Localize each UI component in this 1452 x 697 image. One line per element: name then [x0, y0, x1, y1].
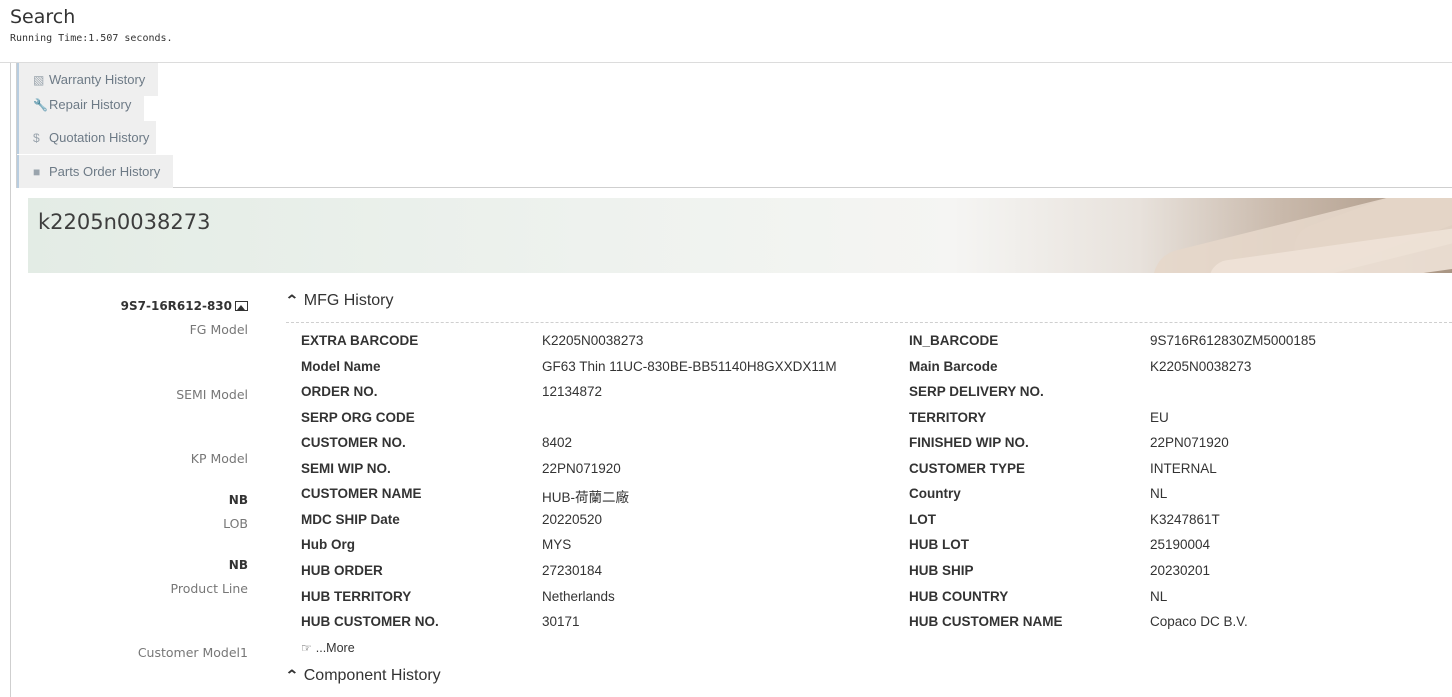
field-label: HUB CUSTOMER NAME — [909, 614, 1063, 629]
fg-model-text: 9S7-16R612-830 — [120, 299, 232, 313]
component-history-title: Component History — [303, 667, 441, 684]
field-label: Model Name — [301, 359, 381, 374]
tab-label: Warranty History — [49, 72, 146, 87]
history-tabs: ▧ Warranty History 🔧Repair History $ Quota… — [16, 63, 1452, 188]
image-icon[interactable] — [235, 301, 248, 311]
tab-parts-order-history[interactable]: ■ Parts Order History — [17, 155, 173, 188]
tab-quotation-history[interactable]: $ Quotation History — [17, 121, 156, 154]
product-line-label: Product Line — [170, 581, 248, 596]
field-value: 22PN071920 — [1150, 435, 1229, 450]
mfg-history-title: MFG History — [303, 292, 394, 309]
field-label: HUB ORDER — [301, 563, 383, 578]
fg-model-value: 9S7-16R612-830 — [121, 299, 248, 313]
field-label: CUSTOMER TYPE — [909, 461, 1026, 476]
field-label: CUSTOMER NO. — [301, 435, 406, 450]
tab-label: Repair History — [49, 97, 132, 112]
chevron-up-icon: ⌃ — [284, 667, 299, 683]
more-label: ...More — [315, 641, 355, 655]
mfg-history-toggle[interactable]: ⌃ MFG History — [284, 292, 394, 310]
field-value: 9S716R612830ZM5000185 — [1150, 333, 1316, 348]
field-value: HUB-荷蘭二廠 — [542, 490, 629, 505]
dollar-icon: $ — [33, 131, 40, 145]
component-history-toggle[interactable]: ⌃ Component History — [284, 667, 441, 685]
tab-repair-history[interactable]: 🔧Repair History — [17, 88, 144, 121]
truck-icon: ■ — [33, 165, 41, 179]
field-label: HUB COUNTRY — [909, 589, 1009, 604]
field-value: Copaco DC B.V. — [1150, 614, 1248, 629]
lob-label: LOB — [223, 516, 248, 531]
section-divider — [286, 322, 1452, 323]
serial-number-title: k2205n0038273 — [38, 210, 211, 234]
tab-label: Quotation History — [49, 130, 150, 145]
field-value: K2205N0038273 — [542, 333, 644, 348]
field-label: TERRITORY — [909, 410, 987, 425]
page-header: Search Running Time:1.507 seconds. — [0, 0, 1452, 63]
field-value: K2205N0038273 — [1150, 359, 1252, 374]
field-label: HUB SHIP — [909, 563, 974, 578]
hand-pointer-icon: ☞ — [301, 641, 312, 655]
field-value: 20220520 — [542, 512, 603, 527]
field-value: 30171 — [542, 614, 580, 629]
field-value: K3247861T — [1150, 512, 1220, 527]
field-value: 12134872 — [542, 384, 603, 399]
semi-model-label: SEMI Model — [176, 387, 248, 402]
lob-value: NB — [228, 493, 248, 507]
field-value: Netherlands — [542, 589, 615, 604]
field-value: 8402 — [542, 435, 573, 450]
tab-label: Parts Order History — [49, 164, 161, 179]
product-line-value: NB — [228, 558, 248, 572]
serial-banner: k2205n0038273 — [28, 198, 1452, 273]
field-label: Hub Org — [301, 537, 355, 552]
field-value: 20230201 — [1150, 563, 1211, 578]
fg-model-label: FG Model — [189, 322, 248, 337]
field-label: ORDER NO. — [301, 384, 378, 399]
field-label: Main Barcode — [909, 359, 998, 374]
left-divider — [10, 63, 11, 697]
field-label: LOT — [909, 512, 936, 527]
field-value: 22PN071920 — [542, 461, 621, 476]
field-label: CUSTOMER NAME — [301, 486, 422, 501]
field-label: EXTRA BARCODE — [301, 333, 419, 348]
field-value: NL — [1150, 589, 1168, 604]
field-label: SEMI WIP NO. — [301, 461, 391, 476]
field-label: SERP DELIVERY NO. — [909, 384, 1044, 399]
field-label: HUB CUSTOMER NO. — [301, 614, 439, 629]
more-link[interactable]: ☞ ...More — [301, 641, 355, 655]
field-label: HUB TERRITORY — [301, 589, 412, 604]
field-value: 25190004 — [1150, 537, 1211, 552]
field-label: SERP ORG CODE — [301, 410, 415, 425]
field-label: FINISHED WIP NO. — [909, 435, 1029, 450]
field-label: MDC SHIP Date — [301, 512, 400, 527]
kp-model-label: KP Model — [190, 451, 248, 466]
field-label: IN_BARCODE — [909, 333, 999, 348]
field-value: MYS — [542, 537, 572, 552]
field-value: NL — [1150, 486, 1168, 501]
wrench-icon: 🔧 — [33, 98, 48, 112]
field-value: EU — [1150, 410, 1169, 425]
customer-model1-label: Customer Model1 — [137, 645, 248, 660]
field-label: HUB LOT — [909, 537, 969, 552]
field-value: 27230184 — [542, 563, 603, 578]
field-label: Country — [909, 486, 961, 501]
field-value: INTERNAL — [1150, 461, 1217, 476]
running-time: Running Time:1.507 seconds. — [10, 33, 173, 44]
chevron-up-icon: ⌃ — [284, 292, 299, 308]
page-title: Search — [10, 6, 76, 28]
field-value: GF63 Thin 11UC-830BE-BB51140H8GXXDX11M — [542, 359, 837, 374]
